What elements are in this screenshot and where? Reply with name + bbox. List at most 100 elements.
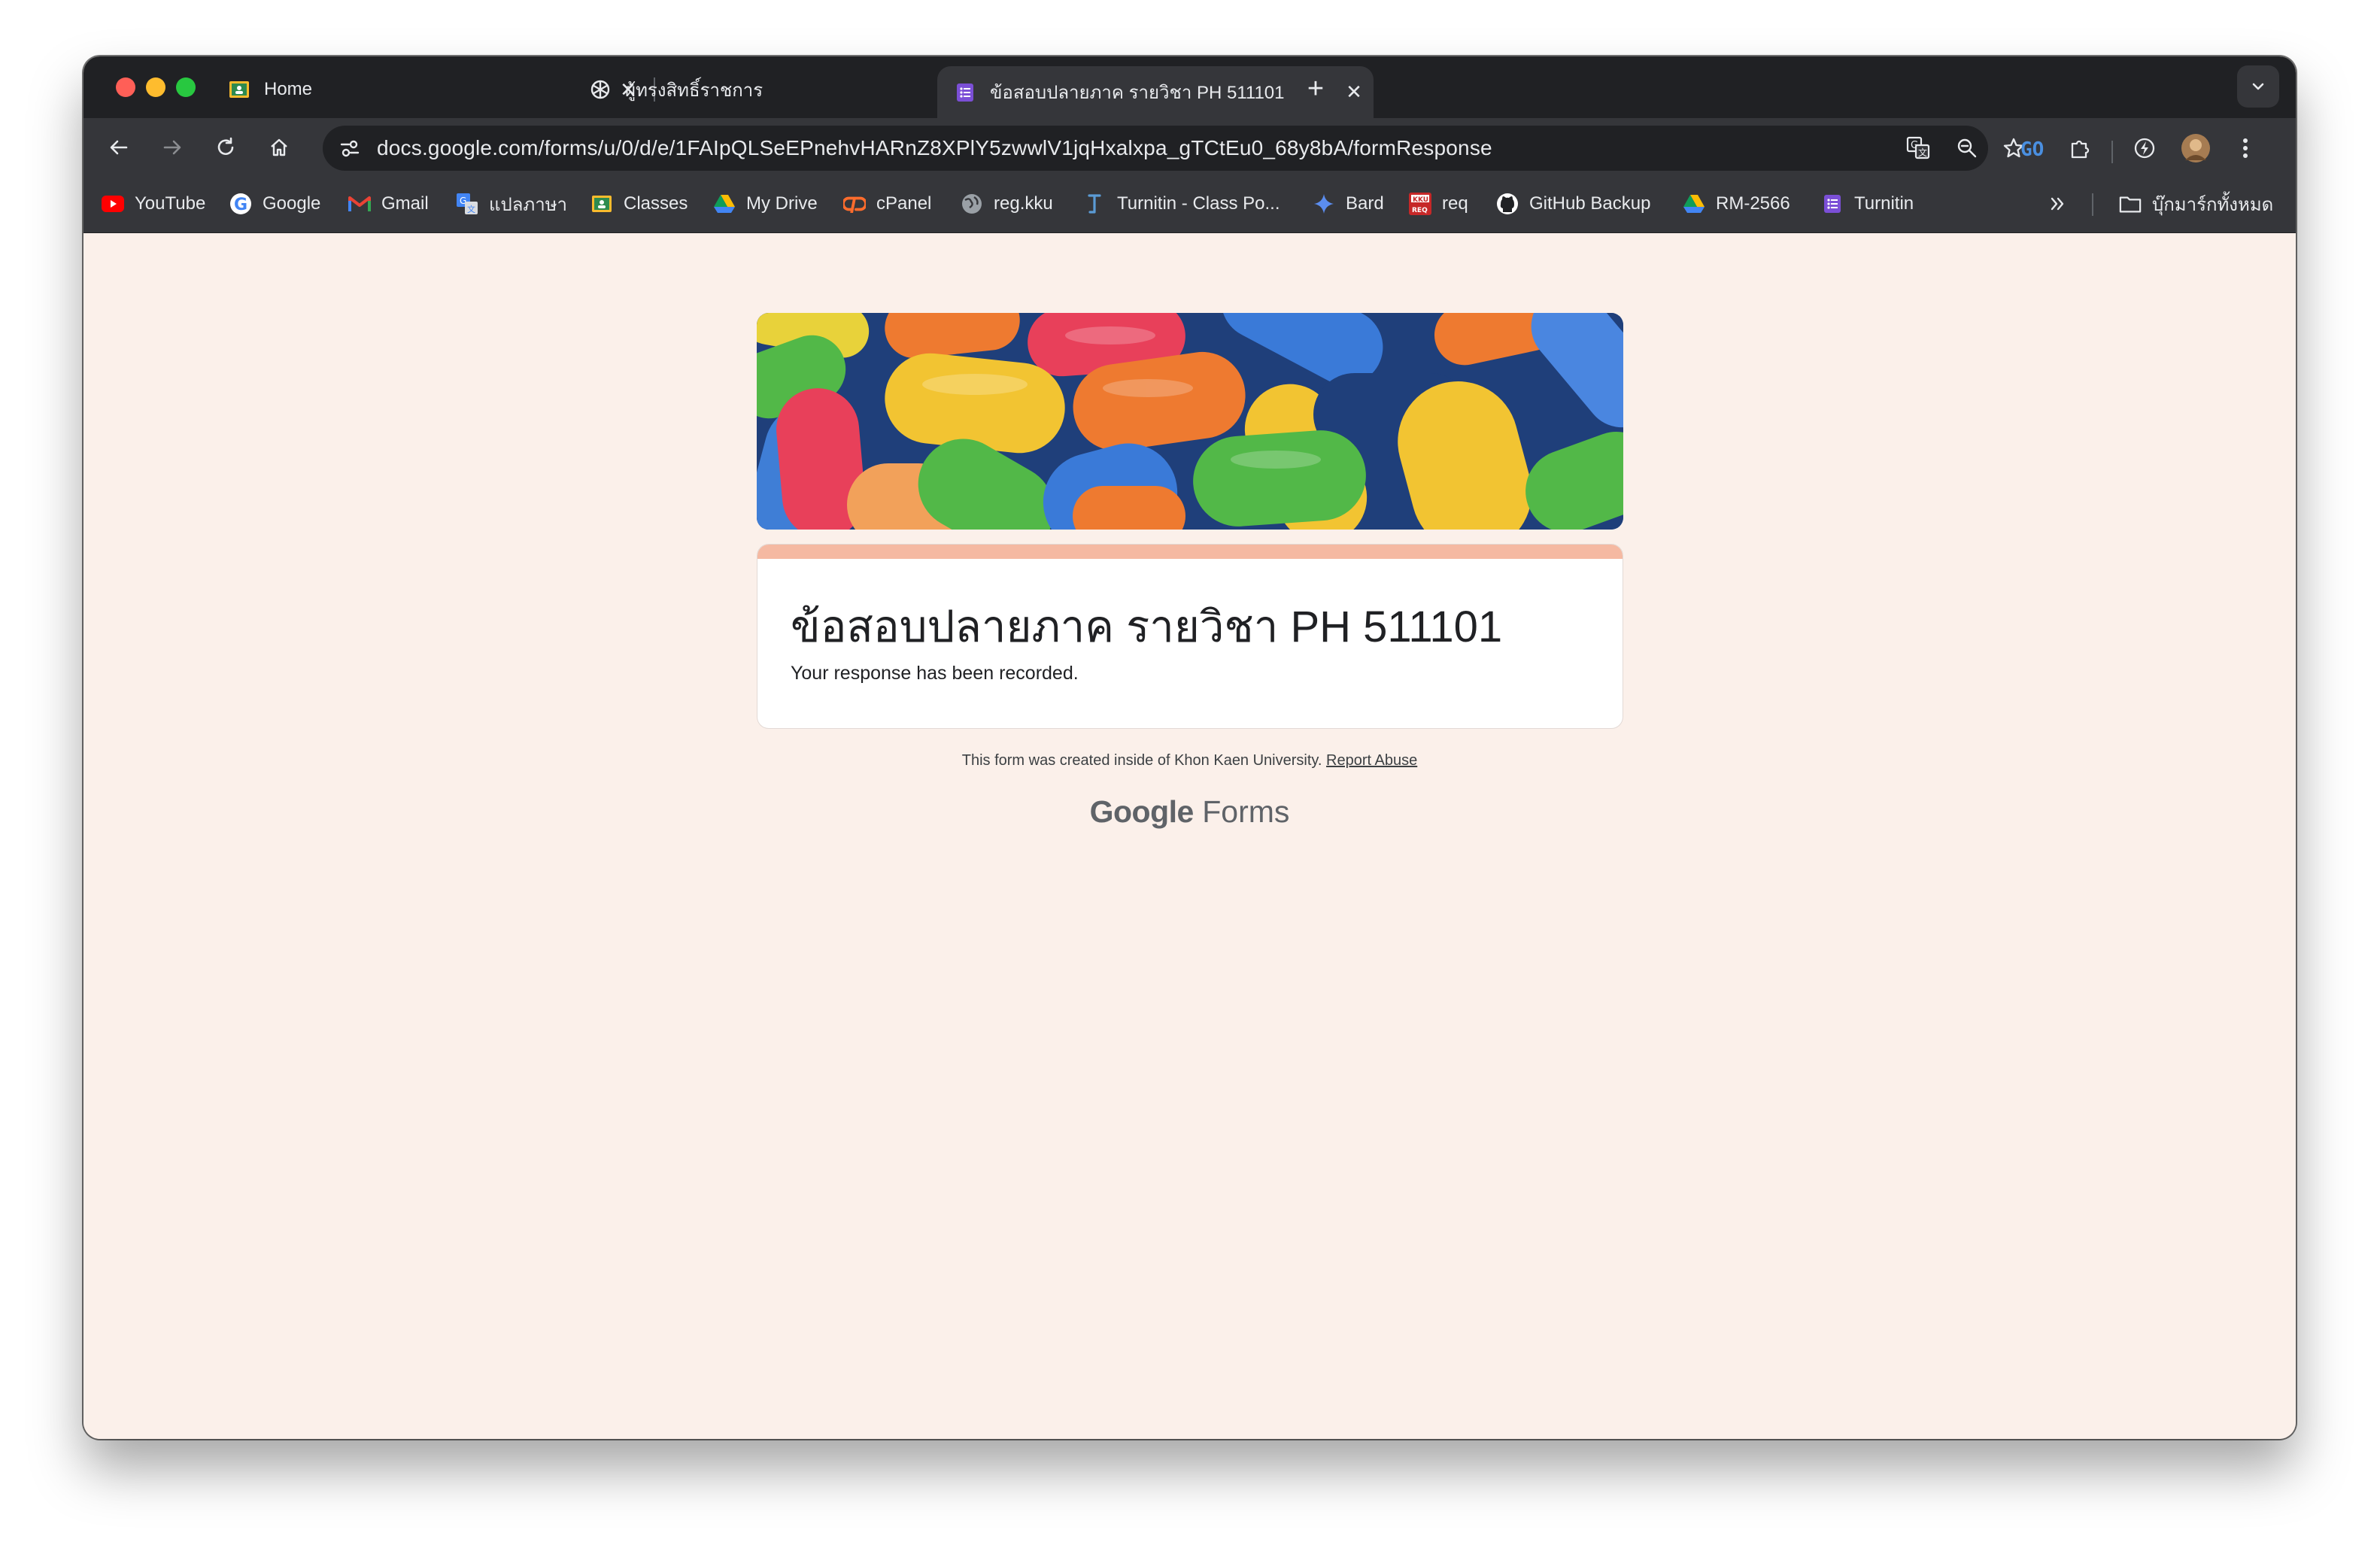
minimize-window-button[interactable] — [146, 77, 165, 97]
footer-text: This form was created inside of Khon Kae… — [961, 752, 1322, 769]
zoom-icon[interactable] — [1952, 133, 1982, 163]
page-content: ข้อสอบปลายภาค รายวิชา PH 511101 Your res… — [83, 233, 2296, 1439]
extensions-puzzle-icon[interactable] — [2063, 132, 2096, 165]
reload-icon — [217, 137, 234, 155]
form-title: ข้อสอบปลายภาค รายวิชา PH 511101 — [791, 602, 1503, 651]
avatar[interactable] — [2179, 132, 2212, 165]
bookmark-reg-kku[interactable]: reg.kku — [961, 189, 1053, 219]
google-icon: G — [229, 193, 252, 215]
bookmark-youtube[interactable]: YouTube — [102, 189, 205, 219]
bookmark-label: Google — [263, 193, 321, 214]
header-banner-image — [757, 313, 1623, 530]
address-bar[interactable]: docs.google.com/forms/u/0/d/e/1FAIpQLSeE… — [323, 126, 2024, 171]
google-classroom-icon — [228, 78, 250, 101]
google-classroom-icon — [590, 193, 613, 215]
bookmark-label: reg.kku — [994, 193, 1053, 214]
reload-button[interactable] — [210, 132, 241, 163]
bookmark-rm-2566[interactable]: RM-2566 — [1683, 189, 1790, 219]
bookmark-label: แปลภาษา — [489, 194, 568, 215]
svg-text:文: 文 — [467, 204, 475, 214]
card-accent-bar — [757, 545, 1623, 559]
toolbar-divider — [2111, 141, 2113, 163]
bookmark-my-drive[interactable]: My Drive — [713, 189, 818, 219]
turnitin-icon — [1084, 193, 1107, 215]
bookmark-turnitin-class[interactable]: Turnitin - Class Po... — [1084, 189, 1280, 219]
bookmarks-overflow-button[interactable] — [2047, 189, 2080, 219]
report-abuse-link[interactable]: Report Abuse — [1326, 752, 1417, 769]
bookmark-label: req — [1442, 193, 1468, 214]
bookmark-req[interactable]: KKU REQ req — [1409, 189, 1468, 219]
browser-window: Home ✕ ผู้ทรงสิทธิ์ราชการ ✕ ข้อสอบปลายภา… — [83, 56, 2296, 1439]
bookmark-github-backup[interactable]: GitHub Backup — [1496, 189, 1650, 219]
bookmark-turnitin[interactable]: Turnitin — [1821, 189, 1914, 219]
arrow-right-icon — [163, 140, 181, 155]
kku-req-icon: KKU REQ — [1409, 193, 1431, 215]
tab-search-button[interactable] — [2237, 65, 2279, 108]
folder-icon — [2119, 193, 2142, 215]
response-card: ข้อสอบปลายภาค รายวิชา PH 511101 Your res… — [757, 544, 1623, 729]
all-bookmarks-button[interactable]: บุ๊กมาร์กทั้งหมด — [2119, 189, 2273, 219]
svg-text:G: G — [234, 196, 247, 214]
url-text: docs.google.com/forms/u/0/d/e/1FAIpQLSeE… — [377, 136, 1492, 159]
google-forms-icon — [954, 81, 976, 104]
bookmark-gmail[interactable]: Gmail — [348, 189, 429, 219]
forward-button[interactable] — [156, 132, 188, 163]
close-tab-icon[interactable]: ✕ — [1339, 80, 1369, 104]
tab-title: ผู้ทรงสิทธิ์ราชการ — [625, 80, 763, 101]
youtube-icon — [102, 193, 124, 215]
globe-icon — [961, 193, 983, 215]
back-button[interactable] — [103, 132, 135, 163]
home-icon — [271, 138, 287, 156]
bookmark-label: Turnitin - Class Po... — [1117, 193, 1280, 214]
bookmark-label: Turnitin — [1854, 193, 1914, 214]
double-chevron-right-icon — [2047, 193, 2069, 215]
tab-title: Home — [264, 79, 313, 99]
site-settings-icon[interactable] — [335, 133, 365, 163]
bookmark-label: cPanel — [876, 193, 932, 214]
tab-strip: Home ✕ ผู้ทรงสิทธิ์ราชการ ✕ ข้อสอบปลายภา… — [83, 56, 2296, 118]
google-forms-icon — [1821, 193, 1844, 215]
svg-text:GO: GO — [2020, 138, 2044, 159]
bookmark-classes[interactable]: Classes — [590, 189, 688, 219]
bookmark-translate[interactable]: G文 แปลภาษา — [456, 189, 567, 219]
bookmark-label: My Drive — [746, 193, 818, 214]
bookmark-label: Bard — [1346, 193, 1384, 214]
tab-title: ข้อสอบปลายภาค รายวิชา PH 511101 — [990, 83, 1285, 103]
kku-req-badge-bottom: REQ — [1412, 207, 1428, 214]
all-bookmarks-label: บุ๊กมาร์กทั้งหมด — [2152, 194, 2274, 215]
fullscreen-window-button[interactable] — [176, 77, 196, 97]
forms-wordmark: Forms — [1202, 794, 1290, 829]
bookmarks-bar: YouTube G Google Gmail G文 แปลภาษา Classe… — [83, 177, 2296, 233]
gmail-icon — [348, 193, 371, 215]
cpanel-icon — [843, 193, 866, 215]
home-button[interactable] — [263, 132, 295, 163]
google-drive-icon — [713, 193, 736, 215]
bookmarks-divider — [2092, 193, 2093, 216]
bookmark-bard[interactable]: Bard — [1313, 189, 1384, 219]
performance-icon[interactable] — [2128, 132, 2161, 165]
confirmation-message: Your response has been recorded. — [791, 663, 1079, 684]
arrow-left-icon — [110, 140, 128, 155]
bookmark-label: Gmail — [381, 193, 429, 214]
bookmark-label: Classes — [624, 193, 688, 214]
new-tab-button[interactable]: + — [1296, 70, 1335, 109]
bookmark-label: RM-2566 — [1716, 193, 1790, 214]
close-window-button[interactable] — [116, 77, 135, 97]
more-menu-icon[interactable] — [2229, 132, 2262, 165]
navigation-toolbar: docs.google.com/forms/u/0/d/e/1FAIpQLSeE… — [83, 118, 2296, 177]
bookmark-label: GitHub Backup — [1529, 193, 1651, 214]
google-wordmark: Google — [1089, 794, 1195, 829]
svg-text:文: 文 — [1918, 147, 1927, 158]
kku-req-badge-top: KKU — [1413, 196, 1428, 204]
bookmark-label: YouTube — [135, 193, 206, 214]
form-footer-note: This form was created inside of Khon Kae… — [83, 752, 2296, 769]
bookmark-google[interactable]: G Google — [229, 189, 320, 219]
github-icon — [1496, 193, 1519, 215]
google-forms-logo: Google Forms — [83, 794, 2296, 830]
google-drive-icon — [1683, 193, 1705, 215]
translate-page-icon[interactable]: G文 — [1903, 133, 1933, 163]
chevron-down-icon — [2252, 83, 2264, 90]
bard-sparkle-icon — [1313, 193, 1335, 215]
bookmark-cpanel[interactable]: cPanel — [843, 189, 931, 219]
extension-go-icon[interactable]: GO — [2017, 132, 2050, 165]
